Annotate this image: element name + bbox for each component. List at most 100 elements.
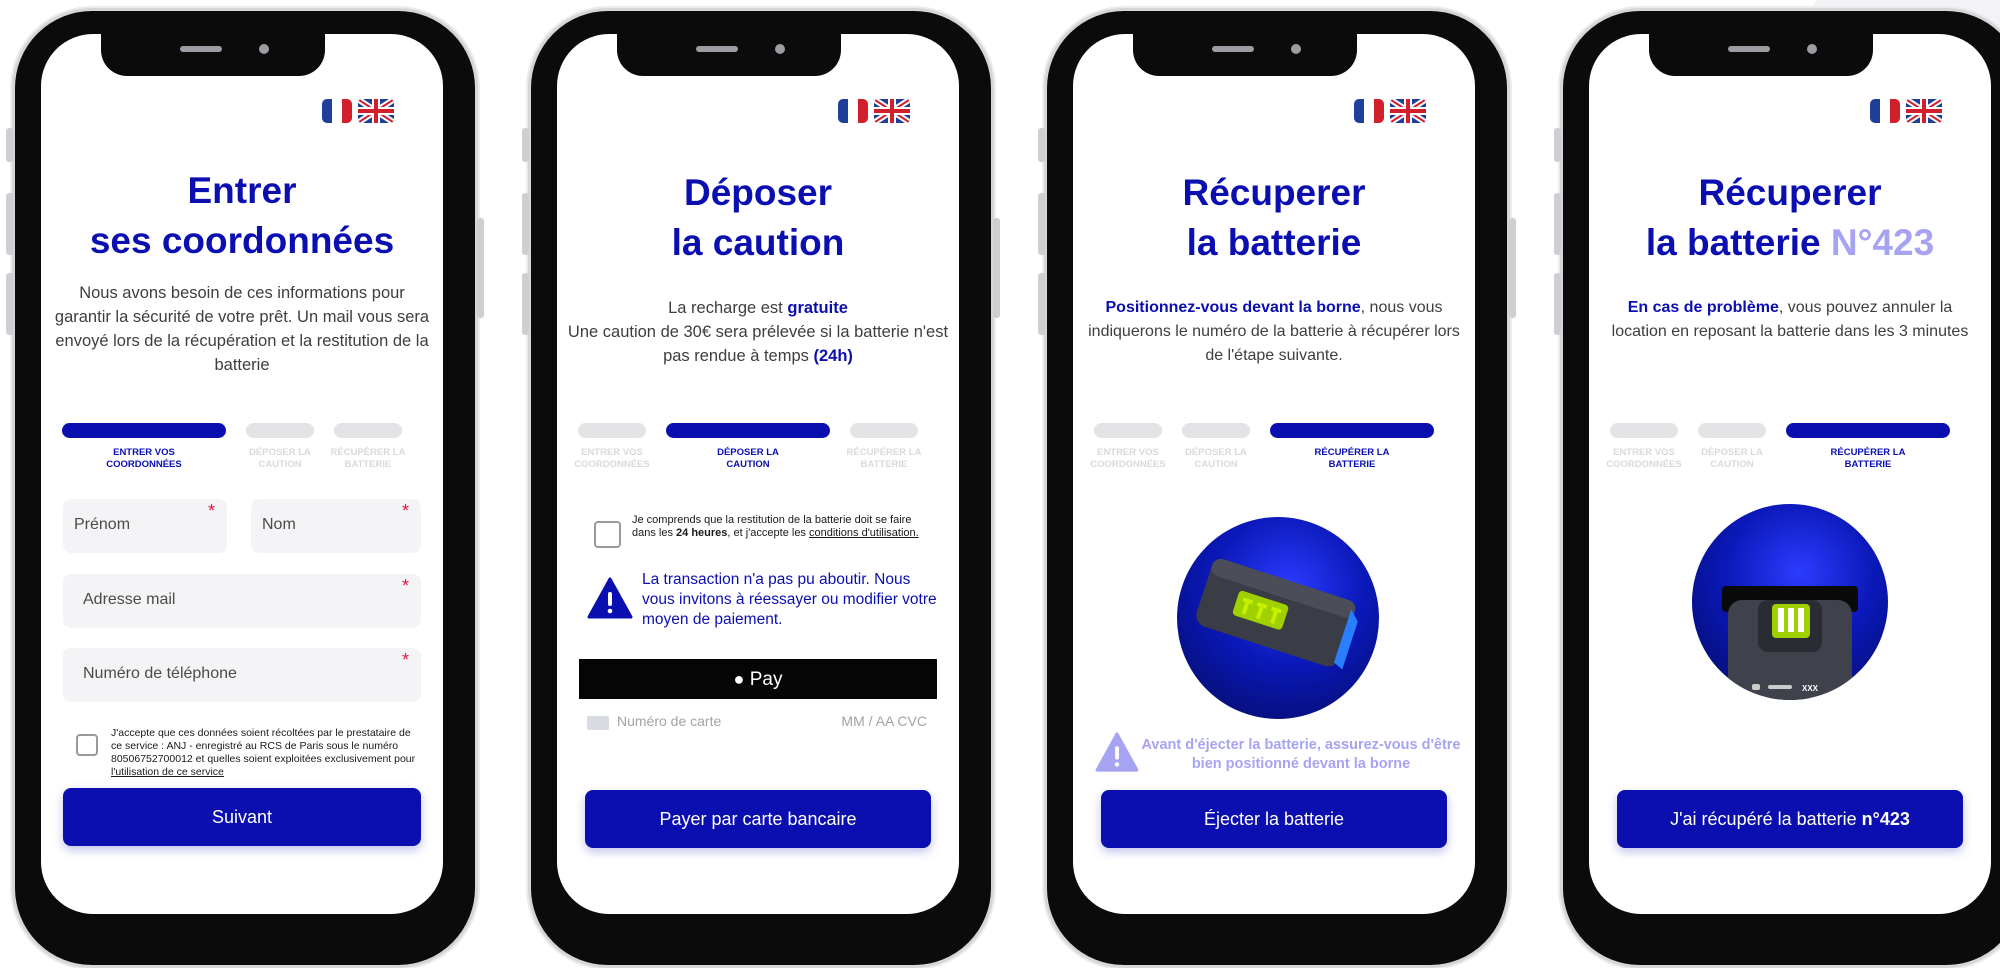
intro-text: Positionnez-vous devant la borne, nous v…: [1088, 299, 1460, 364]
phone-notch: [1649, 34, 1873, 76]
phone-notch: [617, 34, 841, 76]
phone-mockup-retrieve: Récuperer la batterie Positionnez-vous de…: [1038, 8, 1516, 968]
page-title: Entrer ses coordonnées: [89, 170, 395, 261]
phone-side-button: [1554, 273, 1561, 335]
step-label-3: RÉCUPÉRER LA BATTERIE: [1830, 447, 1906, 470]
phone-power-button: [1509, 218, 1516, 318]
firstname-placeholder: Prénom: [74, 516, 131, 533]
consent-link[interactable]: l'utilisation de ce service: [111, 766, 224, 778]
payment-error-message: La transaction n'a pas pu aboutir. Nous …: [642, 571, 937, 628]
step-label-2: DÉPOSER LA CAUTION: [1701, 447, 1763, 470]
battery-illustration: [1177, 517, 1379, 719]
step-label-2: DÉPOSER LA CAUTION: [249, 447, 311, 470]
speaker: [696, 46, 738, 52]
email-field[interactable]: Adresse mail *: [63, 574, 421, 628]
lastname-placeholder: Nom: [262, 516, 296, 533]
phone-side-button: [522, 273, 529, 335]
camera: [1291, 44, 1301, 54]
screen-retrieve-battery: Récuperer la batterie Positionnez-vous de…: [1073, 34, 1475, 914]
screen-enter-details: Entrer ses coordonnées Nous avons besoin …: [41, 34, 443, 914]
phone-mockup-battery-number: Récuperer la batterie N°423 En cas de pro…: [1554, 8, 2000, 968]
card-expiry-cvc-placeholder: MM / AA CVC: [841, 713, 927, 729]
phone-field[interactable]: Numéro de téléphone *: [63, 648, 421, 702]
step-label-1: ENTRER VOS COORDONNÉES: [106, 447, 182, 470]
phone-side-button: [1038, 193, 1045, 255]
phone-placeholder: Numéro de téléphone: [83, 665, 237, 682]
intro-text: En cas de problème, vous pouvez annuler …: [1611, 299, 1969, 340]
page-title: Déposer la caution: [671, 172, 845, 263]
battery-label: XXX: [1802, 684, 1819, 693]
flag-fr-icon[interactable]: [1870, 99, 1900, 123]
required-mark: *: [401, 576, 409, 596]
step-bar-2: [1182, 423, 1250, 438]
card-number-placeholder: Numéro de carte: [617, 713, 722, 729]
step-label-1: ENTRER VOS COORDONNÉES: [1606, 447, 1682, 470]
apple-pay-button[interactable]: ● Pay: [579, 659, 937, 699]
warning-icon: [587, 577, 633, 619]
step-bar-1: [62, 423, 226, 438]
page-title: Récuperer la batterie N°423: [1645, 172, 1935, 263]
credit-card-icon: [587, 716, 609, 730]
phone-side-button: [522, 193, 529, 255]
step-label-2: DÉPOSER LA CAUTION: [1185, 447, 1247, 470]
battery-number: N°423: [1830, 222, 1935, 263]
apple-pay-label: Pay: [749, 669, 783, 690]
step-bar-1: [1094, 423, 1162, 438]
step-bar-2: [1698, 423, 1766, 438]
next-button[interactable]: Suivant: [63, 788, 421, 846]
battery-retrieved-button[interactable]: J'ai récupéré la batterie n°423: [1617, 790, 1963, 848]
flag-uk-icon[interactable]: [1390, 99, 1426, 123]
phone-side-button: [6, 128, 13, 162]
phone-notch: [101, 34, 325, 76]
phone-side-button: [6, 273, 13, 335]
language-switcher: [322, 99, 394, 123]
pay-by-card-button[interactable]: Payer par carte bancaire: [585, 790, 931, 848]
screen-battery-number: Récuperer la batterie N°423 En cas de pro…: [1589, 34, 1991, 914]
phone-side-button: [1554, 128, 1561, 162]
positioning-warning: Avant d'éjecter la batterie, assurez-vou…: [1141, 737, 1461, 772]
step-label-3: RÉCUPÉRER LA BATTERIE: [330, 447, 406, 470]
step-label-2: DÉPOSER LA CAUTION: [717, 447, 779, 470]
eject-battery-button[interactable]: Éjecter la batterie: [1101, 790, 1447, 848]
step-bar-3: [1270, 423, 1434, 438]
intro-text: Nous avons besoin de ces informations po…: [54, 284, 430, 374]
flag-fr-icon[interactable]: [838, 99, 868, 123]
terms-checkbox[interactable]: [594, 521, 621, 548]
battery-illustration: XXX: [1692, 504, 1888, 700]
phone-side-button: [6, 193, 13, 255]
lastname-field[interactable]: Nom *: [251, 499, 421, 553]
card-number-input[interactable]: Numéro de carte MM / AA CVC: [579, 702, 937, 742]
required-mark: *: [207, 501, 215, 521]
speaker: [180, 46, 222, 52]
intro-text: La recharge est gratuite Une caution de …: [567, 299, 949, 365]
flag-uk-icon[interactable]: [874, 99, 910, 123]
phone-side-button: [522, 128, 529, 162]
step-label-3: RÉCUPÉRER LA BATTERIE: [1314, 447, 1390, 470]
phone-mockup-deposit: Déposer la caution La recharge est gratui…: [522, 8, 1000, 968]
language-switcher: [838, 99, 910, 123]
progress-steps: ENTRER VOS COORDONNÉES DÉPOSER LA CAUTIO…: [574, 423, 940, 483]
step-bar-3: [1786, 423, 1950, 438]
phone-side-button: [1554, 193, 1561, 255]
flag-fr-icon[interactable]: [322, 99, 352, 123]
consent-checkbox[interactable]: [76, 734, 98, 756]
terms-text: Je comprends que la restitution de la ba…: [632, 514, 919, 539]
flag-uk-icon[interactable]: [1906, 99, 1942, 123]
page-title: Récuperer la batterie: [1182, 172, 1366, 263]
warning-icon: [1095, 732, 1139, 772]
email-placeholder: Adresse mail: [83, 591, 176, 608]
step-bar-3: [850, 423, 918, 438]
step-bar-2: [666, 423, 830, 438]
terms-link[interactable]: conditions d'utilisation.: [809, 527, 919, 539]
progress-steps: ENTRER VOS COORDONNÉES DÉPOSER LA CAUTIO…: [62, 423, 424, 483]
flag-uk-icon[interactable]: [358, 99, 394, 123]
step-bar-3: [334, 423, 402, 438]
apple-icon: ●: [733, 669, 745, 689]
flag-fr-icon[interactable]: [1354, 99, 1384, 123]
phone-mockup-details: Entrer ses coordonnées Nous avons besoin …: [6, 8, 484, 968]
firstname-field[interactable]: Prénom *: [63, 499, 227, 553]
language-switcher: [1354, 99, 1426, 123]
camera: [1807, 44, 1817, 54]
step-bar-2: [246, 423, 314, 438]
required-mark: *: [401, 650, 409, 670]
